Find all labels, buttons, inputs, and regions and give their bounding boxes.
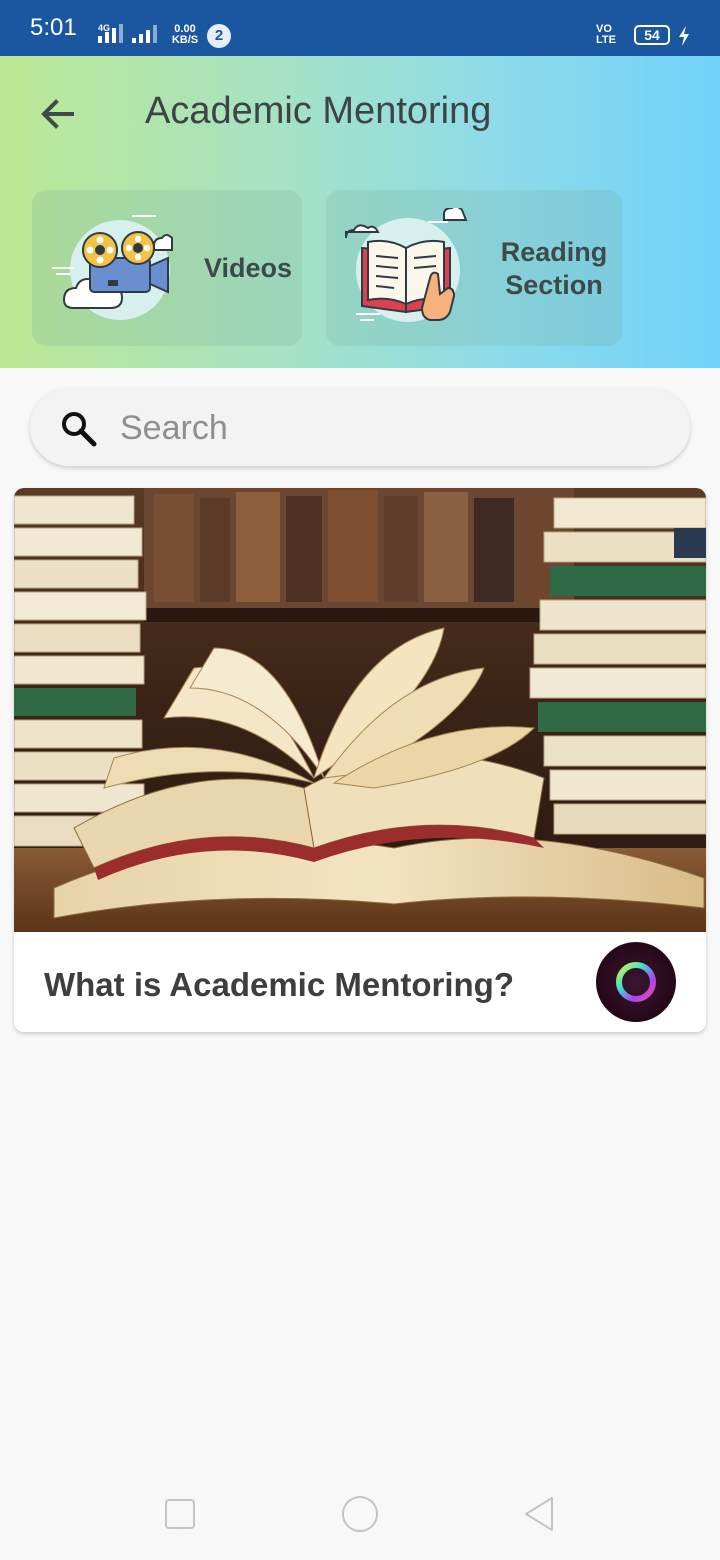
category-videos[interactable]: Videos bbox=[32, 190, 302, 346]
signal-4g-icon: 4G bbox=[98, 23, 123, 43]
charging-bolt-icon bbox=[679, 26, 689, 46]
battery-icon: 54 bbox=[634, 25, 670, 45]
navigation-bar bbox=[0, 1470, 720, 1560]
home-button[interactable] bbox=[338, 1492, 382, 1536]
open-books-photo bbox=[14, 488, 706, 932]
category-label: Reading Section bbox=[500, 237, 608, 300]
arrow-left-icon bbox=[41, 99, 74, 129]
ring-icon bbox=[616, 962, 656, 1002]
open-book-icon bbox=[345, 208, 468, 322]
back-nav-button[interactable] bbox=[518, 1492, 562, 1536]
signal-icon bbox=[132, 25, 157, 43]
search-bar[interactable] bbox=[30, 388, 690, 466]
recent-apps-button[interactable] bbox=[158, 1492, 202, 1536]
network-type-label: 4G bbox=[98, 23, 110, 33]
category-label: Videos bbox=[204, 253, 293, 283]
volte-bottom: LTE bbox=[596, 34, 616, 46]
data-speed: 0.00 KB/S bbox=[170, 24, 200, 46]
back-button[interactable] bbox=[30, 86, 86, 142]
data-speed-unit: KB/S bbox=[171, 34, 199, 46]
notification-badge: 2 bbox=[207, 24, 231, 48]
loading-indicator bbox=[596, 942, 676, 1022]
search-input[interactable] bbox=[118, 402, 662, 454]
page-title: Academic Mentoring bbox=[145, 90, 492, 132]
article-title: What is Academic Mentoring? bbox=[44, 966, 514, 1003]
status-bar: 5:01 4G 0.00 KB/S 2 VO LTE 54 bbox=[0, 0, 720, 56]
search-icon bbox=[62, 412, 97, 447]
category-reading-section[interactable]: Reading Section bbox=[326, 190, 622, 346]
status-time: 5:01 bbox=[30, 14, 77, 41]
article-card[interactable]: What is Academic Mentoring? bbox=[14, 488, 706, 1032]
header: Academic Mentoring Videos Reading Sectio… bbox=[0, 56, 720, 368]
volte-indicator: VO LTE bbox=[596, 24, 616, 46]
video-camera-icon bbox=[52, 215, 173, 320]
